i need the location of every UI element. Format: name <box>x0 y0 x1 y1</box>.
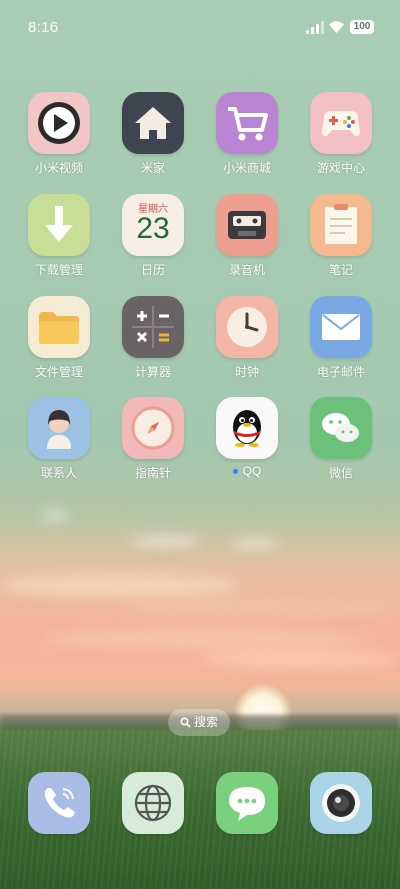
app-label: 下载管理 <box>34 263 83 277</box>
app-downloads[interactable]: 下载管理 <box>19 194 99 278</box>
app-label: QQ <box>207 464 287 478</box>
app-label: 指南针 <box>134 466 171 480</box>
app-mi-store[interactable]: 小米商城 <box>207 92 287 176</box>
app-label: 日历 <box>140 263 165 277</box>
app-label: 联系人 <box>40 466 77 480</box>
app-game-center[interactable]: 游戏中心 <box>301 92 381 176</box>
search-icon <box>180 717 191 728</box>
app-notes[interactable]: 笔记 <box>301 194 381 278</box>
app-qq[interactable]: QQ <box>207 397 287 478</box>
wechat-bubbles-icon <box>310 397 372 459</box>
house-icon <box>122 92 184 154</box>
wifi-icon <box>329 21 344 33</box>
person-icon <box>28 397 90 459</box>
app-compass[interactable]: 指南针 <box>113 397 193 481</box>
phone-icon <box>28 772 90 834</box>
gamepad-icon <box>310 92 372 154</box>
compass-icon <box>122 397 184 459</box>
new-install-dot <box>232 469 238 475</box>
search-button[interactable]: 搜索 <box>168 709 230 736</box>
cellular-signal-icon <box>306 21 324 34</box>
dock-phone[interactable] <box>19 772 99 834</box>
status-time: 8:16 <box>28 19 59 36</box>
calendar-icon: 星期六 23 <box>122 194 184 256</box>
app-recorder[interactable]: 录音机 <box>207 194 287 278</box>
app-clock[interactable]: 时钟 <box>207 296 287 380</box>
folder-icon <box>28 296 90 358</box>
dock-browser[interactable] <box>113 772 193 834</box>
app-label: 笔记 <box>328 263 353 277</box>
app-label: 文件管理 <box>34 365 83 379</box>
app-calendar[interactable]: 星期六 23 日历 <box>113 194 193 278</box>
camera-icon <box>310 772 372 834</box>
app-label: 电子邮件 <box>316 365 365 379</box>
app-mi-home[interactable]: 米家 <box>113 92 193 176</box>
app-email[interactable]: 电子邮件 <box>301 296 381 380</box>
app-label: 时钟 <box>234 365 259 379</box>
clock-icon <box>216 296 278 358</box>
globe-icon <box>122 772 184 834</box>
download-arrow-icon <box>28 194 90 256</box>
app-label: 游戏中心 <box>316 161 365 175</box>
app-file-manager[interactable]: 文件管理 <box>19 296 99 380</box>
penguin-icon <box>216 397 278 459</box>
envelope-icon <box>310 296 372 358</box>
app-label: 米家 <box>140 161 165 175</box>
app-wechat[interactable]: 微信 <box>301 397 381 481</box>
dock-camera[interactable] <box>301 772 381 834</box>
app-label: 小米视频 <box>34 161 83 175</box>
battery-icon: 100 <box>350 20 374 34</box>
status-bar: 8:16 100 <box>0 0 400 56</box>
app-label: 微信 <box>328 466 353 480</box>
app-label: 计算器 <box>134 365 171 379</box>
dock-messages[interactable] <box>207 772 287 834</box>
app-label: 录音机 <box>228 263 265 277</box>
calculator-icon <box>122 296 184 358</box>
app-contacts[interactable]: 联系人 <box>19 397 99 481</box>
chat-bubble-icon <box>216 772 278 834</box>
app-label: 小米商城 <box>222 161 271 175</box>
shopping-cart-icon <box>216 92 278 154</box>
notepad-icon <box>310 194 372 256</box>
cassette-icon <box>216 194 278 256</box>
calendar-day: 23 <box>136 212 170 245</box>
app-mi-video[interactable]: 小米视频 <box>19 92 99 176</box>
video-play-icon <box>28 92 90 154</box>
search-label: 搜索 <box>193 715 218 729</box>
app-calculator[interactable]: 计算器 <box>113 296 193 380</box>
